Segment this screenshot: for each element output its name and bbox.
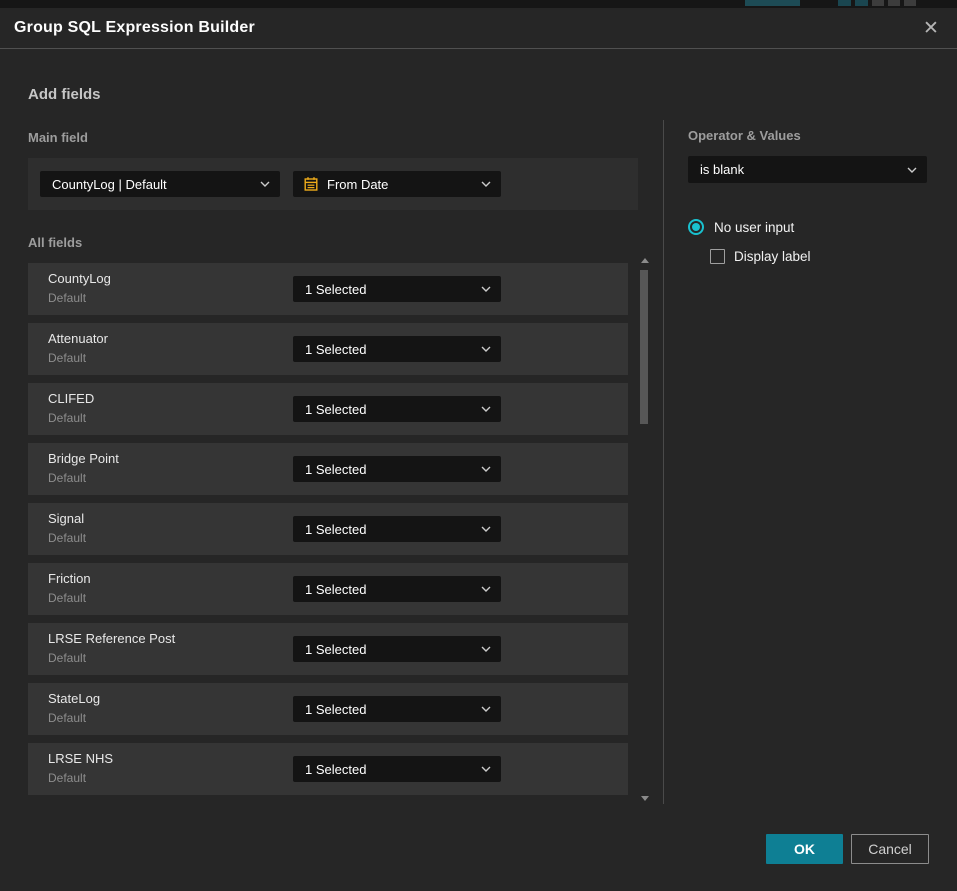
radio-selected-icon[interactable] <box>688 219 704 235</box>
field-name: CLIFED <box>48 391 94 406</box>
selection-dropdown-value: 1 Selected <box>293 282 481 297</box>
background-fragment <box>888 0 900 6</box>
operator-dropdown[interactable]: is blank <box>688 156 927 183</box>
chevron-down-icon <box>481 466 491 472</box>
field-subtitle: Default <box>48 291 86 305</box>
field-subtitle: Default <box>48 411 86 425</box>
field-row: Friction Default 1 Selected <box>28 563 628 615</box>
background-fragment <box>855 0 868 6</box>
field-subtitle: Default <box>48 471 86 485</box>
scrollbar-down-arrow-icon[interactable] <box>641 796 649 801</box>
selection-dropdown-value: 1 Selected <box>293 522 481 537</box>
field-selection-dropdown[interactable]: 1 Selected <box>293 456 501 482</box>
chevron-down-icon <box>260 181 270 187</box>
field-row: LRSE Reference Post Default 1 Selected <box>28 623 628 675</box>
field-selection-dropdown[interactable]: 1 Selected <box>293 276 501 302</box>
field-name: CountyLog <box>48 271 111 286</box>
field-name: Attenuator <box>48 331 108 346</box>
field-subtitle: Default <box>48 651 86 665</box>
main-field-source-dropdown[interactable]: CountyLog | Default <box>40 171 280 197</box>
checkbox-unchecked-icon[interactable] <box>710 249 725 264</box>
chevron-down-icon <box>481 346 491 352</box>
background-fragment <box>838 0 851 6</box>
field-selection-dropdown[interactable]: 1 Selected <box>293 336 501 362</box>
main-field-label: Main field <box>28 130 88 145</box>
background-fragment <box>745 0 800 6</box>
dialog-header: Group SQL Expression Builder ✕ <box>0 8 957 49</box>
chevron-down-icon <box>481 586 491 592</box>
background-fragment <box>872 0 884 6</box>
selection-dropdown-value: 1 Selected <box>293 582 481 597</box>
add-fields-heading: Add fields <box>28 86 101 103</box>
selection-dropdown-value: 1 Selected <box>293 342 481 357</box>
main-field-panel: CountyLog | Default From Date <box>28 158 638 210</box>
group-sql-expression-builder-dialog: Group SQL Expression Builder ✕ Add field… <box>0 8 957 891</box>
field-name: Bridge Point <box>48 451 119 466</box>
background-fragment <box>904 0 916 6</box>
field-row: Signal Default 1 Selected <box>28 503 628 555</box>
field-selection-dropdown[interactable]: 1 Selected <box>293 696 501 722</box>
field-name: Friction <box>48 571 91 586</box>
field-row: CountyLog Default 1 Selected <box>28 263 628 315</box>
field-name: StateLog <box>48 691 100 706</box>
field-subtitle: Default <box>48 771 86 785</box>
field-dropdown-value: From Date <box>317 177 481 192</box>
field-name: LRSE Reference Post <box>48 631 175 646</box>
no-user-input-label: No user input <box>714 220 794 235</box>
selection-dropdown-value: 1 Selected <box>293 762 481 777</box>
close-icon[interactable]: ✕ <box>918 16 944 42</box>
chevron-down-icon <box>481 706 491 712</box>
field-name: Signal <box>48 511 84 526</box>
field-selection-dropdown[interactable]: 1 Selected <box>293 396 501 422</box>
field-name: LRSE NHS <box>48 751 113 766</box>
source-dropdown-value: CountyLog | Default <box>40 177 260 192</box>
field-row: Attenuator Default 1 Selected <box>28 323 628 375</box>
field-row: CLIFED Default 1 Selected <box>28 383 628 435</box>
ok-button[interactable]: OK <box>766 834 843 864</box>
field-subtitle: Default <box>48 591 86 605</box>
chevron-down-icon <box>481 286 491 292</box>
field-selection-dropdown[interactable]: 1 Selected <box>293 516 501 542</box>
display-label-text: Display label <box>734 249 811 264</box>
chevron-down-icon <box>481 646 491 652</box>
background-app-strip <box>0 0 957 8</box>
all-fields-label: All fields <box>28 235 82 250</box>
field-subtitle: Default <box>48 351 86 365</box>
field-selection-dropdown[interactable]: 1 Selected <box>293 576 501 602</box>
field-subtitle: Default <box>48 711 86 725</box>
chevron-down-icon <box>481 181 491 187</box>
scrollbar-thumb[interactable] <box>640 270 648 424</box>
field-row: Bridge Point Default 1 Selected <box>28 443 628 495</box>
dialog-title: Group SQL Expression Builder <box>14 19 255 37</box>
field-subtitle: Default <box>48 531 86 545</box>
selection-dropdown-value: 1 Selected <box>293 702 481 717</box>
chevron-down-icon <box>481 526 491 532</box>
field-selection-dropdown[interactable]: 1 Selected <box>293 636 501 662</box>
chevron-down-icon <box>481 766 491 772</box>
cancel-button[interactable]: Cancel <box>851 834 929 864</box>
selection-dropdown-value: 1 Selected <box>293 642 481 657</box>
chevron-down-icon <box>907 167 917 173</box>
field-selection-dropdown[interactable]: 1 Selected <box>293 756 501 782</box>
panel-divider <box>663 120 664 804</box>
operator-dropdown-value: is blank <box>688 162 907 177</box>
selection-dropdown-value: 1 Selected <box>293 402 481 417</box>
operator-values-heading: Operator & Values <box>688 128 801 143</box>
selection-dropdown-value: 1 Selected <box>293 462 481 477</box>
chevron-down-icon <box>481 406 491 412</box>
field-row: StateLog Default 1 Selected <box>28 683 628 735</box>
field-row: LRSE NHS Default 1 Selected <box>28 743 628 795</box>
scrollbar-up-arrow-icon[interactable] <box>641 258 649 263</box>
main-field-field-dropdown[interactable]: From Date <box>293 171 501 197</box>
